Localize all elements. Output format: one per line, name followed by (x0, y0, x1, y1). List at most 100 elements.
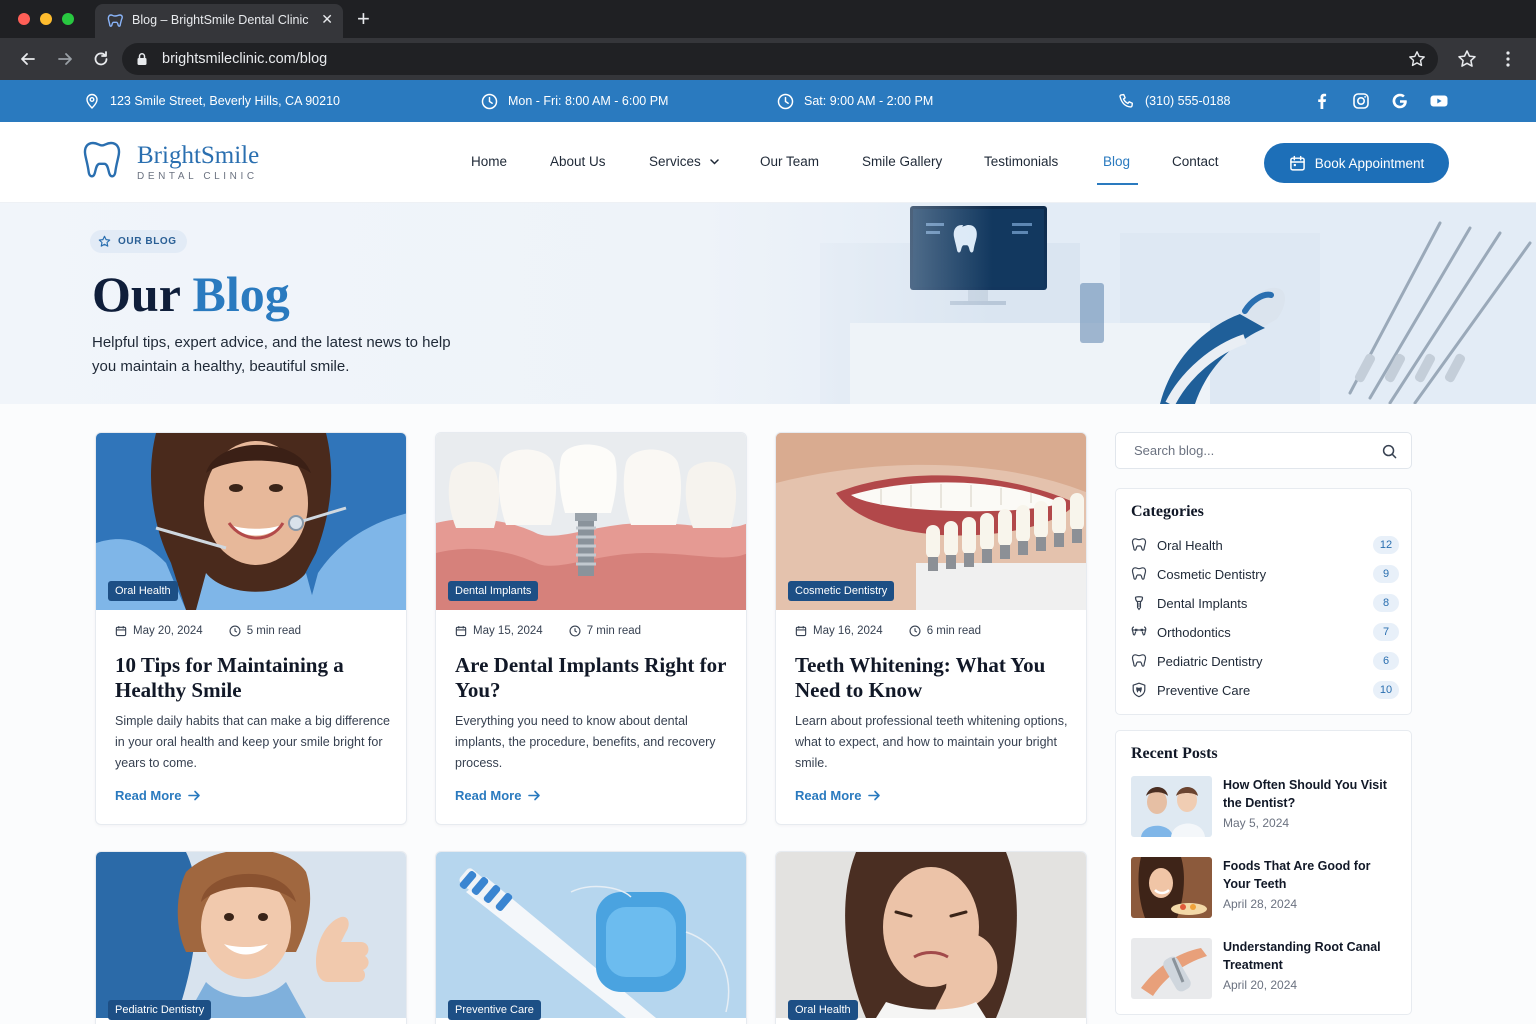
site-header: BrightSmile DENTAL CLINIC Home About Us … (0, 122, 1536, 203)
read-more-label: Read More (455, 788, 522, 803)
post-excerpt: Everything you need to know about dental… (455, 714, 716, 770)
post-title[interactable]: Are Dental Implants Right for You? (455, 653, 735, 703)
category-item[interactable]: Dental Implants 8 (1131, 592, 1399, 614)
chevron-down-icon (710, 159, 719, 165)
recent-post-item[interactable]: Understanding Root Canal Treatment April… (1131, 938, 1399, 1000)
category-tag[interactable]: Oral Health (108, 581, 178, 601)
close-window-button[interactable] (18, 13, 30, 25)
nav-services[interactable]: Services (649, 154, 719, 169)
post-meta: May 20, 2024 5 min read (115, 625, 301, 637)
clinic-logo[interactable]: BrightSmile DENTAL CLINIC (82, 140, 282, 186)
badge-label: OUR BLOG (118, 236, 177, 247)
hero-section: OUR BLOG Our Blog Helpful tips, expert a… (0, 203, 1536, 404)
recent-post-thumbnail (1131, 776, 1212, 837)
facebook-icon[interactable] (1312, 91, 1332, 111)
minimize-window-button[interactable] (40, 13, 52, 25)
google-icon[interactable] (1390, 91, 1410, 111)
recent-post-title[interactable]: Understanding Root Canal Treatment (1223, 938, 1393, 974)
blog-card[interactable]: Oral Health May 20, 2024 5 min read 10 T… (95, 432, 407, 825)
bookmarks-icon[interactable] (1457, 49, 1477, 69)
book-appointment-button[interactable]: Book Appointment (1264, 143, 1449, 183)
category-tag[interactable]: Oral Health (788, 1000, 858, 1020)
recent-post-item[interactable]: How Often Should You Visit the Dentist? … (1131, 776, 1399, 838)
browser-toolbar: brightsmileclinic.com/blog (0, 38, 1536, 80)
blog-card[interactable]: Dental Implants May 15, 2024 7 min read … (435, 432, 747, 825)
recent-post-item[interactable]: Foods That Are Good for Your Teeth April… (1131, 857, 1399, 919)
nav-home[interactable]: Home (471, 154, 507, 169)
maximize-window-button[interactable] (62, 13, 74, 25)
toothache-woman-image (776, 852, 1086, 1018)
category-item[interactable]: Orthodontics 7 (1131, 621, 1399, 643)
blog-search[interactable] (1115, 432, 1412, 469)
category-item[interactable]: Preventive Care 10 (1131, 679, 1399, 701)
read-more-link[interactable]: Read More (795, 788, 881, 803)
post-title[interactable]: 10 Tips for Maintaining a Healthy Smile (115, 653, 395, 703)
bookmark-star-icon[interactable] (1408, 50, 1426, 68)
nav-blog[interactable]: Blog (1103, 154, 1130, 169)
search-input[interactable] (1116, 433, 1376, 468)
category-item[interactable]: Pediatric Dentistry 6 (1131, 650, 1399, 672)
dental-office-illustration (700, 203, 1536, 404)
reload-icon[interactable] (91, 49, 111, 69)
shield-tooth-icon (1132, 682, 1146, 698)
recent-post-title[interactable]: Foods That Are Good for Your Teeth (1223, 857, 1393, 893)
saturday-hours-info: Sat: 9:00 AM - 2:00 PM (777, 92, 933, 110)
category-tag[interactable]: Dental Implants (448, 581, 539, 601)
forward-icon[interactable] (55, 49, 75, 69)
post-read-time: 5 min read (246, 625, 302, 637)
close-tab-icon[interactable]: ✕ (321, 11, 333, 28)
category-tag[interactable]: Preventive Care (448, 1000, 541, 1020)
new-tab-button[interactable]: + (357, 6, 370, 32)
clock-icon (229, 625, 241, 637)
address-info: 123 Smile Street, Beverly Hills, CA 9021… (84, 92, 340, 110)
browser-tab[interactable]: Blog – BrightSmile Dental Clinic ✕ (95, 4, 343, 38)
tooth-icon (1131, 654, 1147, 667)
recent-post-title[interactable]: How Often Should You Visit the Dentist? (1223, 776, 1393, 812)
nav-smile-gallery[interactable]: Smile Gallery (862, 154, 942, 169)
phone-info[interactable]: (310) 555-0188 (1118, 92, 1230, 110)
category-count: 6 (1373, 652, 1399, 670)
read-more-link[interactable]: Read More (455, 788, 541, 803)
youtube-icon[interactable] (1429, 91, 1449, 111)
calendar-icon (1289, 155, 1305, 171)
saturday-hours-text: Sat: 9:00 AM - 2:00 PM (804, 94, 934, 108)
categories-title: Categories (1131, 503, 1204, 520)
category-label: Oral Health (1157, 537, 1223, 553)
nav-contact[interactable]: Contact (1172, 154, 1219, 169)
category-label: Cosmetic Dentistry (1157, 566, 1267, 582)
logo-name: BrightSmile (137, 142, 260, 169)
clock-icon (481, 93, 498, 109)
blog-card[interactable]: Cosmetic Dentistry May 16, 2024 6 min re… (775, 432, 1087, 825)
category-tag[interactable]: Pediatric Dentistry (108, 1000, 212, 1020)
category-count: 10 (1373, 681, 1399, 699)
back-icon[interactable] (18, 49, 38, 69)
arrow-right-icon (188, 790, 201, 801)
nav-our-team[interactable]: Our Team (760, 154, 819, 169)
nav-active-underline (1097, 183, 1138, 185)
blog-card[interactable]: Oral Health (775, 851, 1087, 1024)
tooth-icon (1131, 567, 1147, 580)
category-tag[interactable]: Cosmetic Dentistry (788, 581, 895, 601)
category-item[interactable]: Cosmetic Dentistry 9 (1131, 563, 1399, 585)
url-text: brightsmileclinic.com/blog (162, 51, 328, 67)
root-canal-thumbnail (1131, 938, 1212, 999)
category-item[interactable]: Oral Health 12 (1131, 534, 1399, 556)
calendar-icon (455, 626, 467, 637)
read-more-label: Read More (115, 788, 182, 803)
menu-kebab-icon[interactable] (1499, 49, 1517, 69)
post-title[interactable]: Teeth Whitening: What You Need to Know (795, 653, 1075, 703)
read-more-link[interactable]: Read More (115, 788, 201, 803)
nav-about-us[interactable]: About Us (550, 154, 606, 169)
blog-card[interactable]: Preventive Care (435, 851, 747, 1024)
instagram-icon[interactable] (1351, 91, 1371, 111)
blog-card[interactable]: Pediatric Dentistry (95, 851, 407, 1024)
implant-icon (1134, 596, 1144, 611)
address-bar[interactable]: brightsmileclinic.com/blog (122, 43, 1438, 75)
nav-testimonials[interactable]: Testimonials (984, 154, 1058, 169)
recent-post-date: May 5, 2024 (1223, 816, 1290, 830)
search-icon[interactable] (1382, 444, 1397, 459)
category-count: 8 (1373, 594, 1399, 612)
top-info-bar: 123 Smile Street, Beverly Hills, CA 9021… (0, 80, 1536, 122)
weekday-hours-text: Mon - Fri: 8:00 AM - 6:00 PM (508, 94, 669, 108)
star-icon (98, 235, 111, 247)
